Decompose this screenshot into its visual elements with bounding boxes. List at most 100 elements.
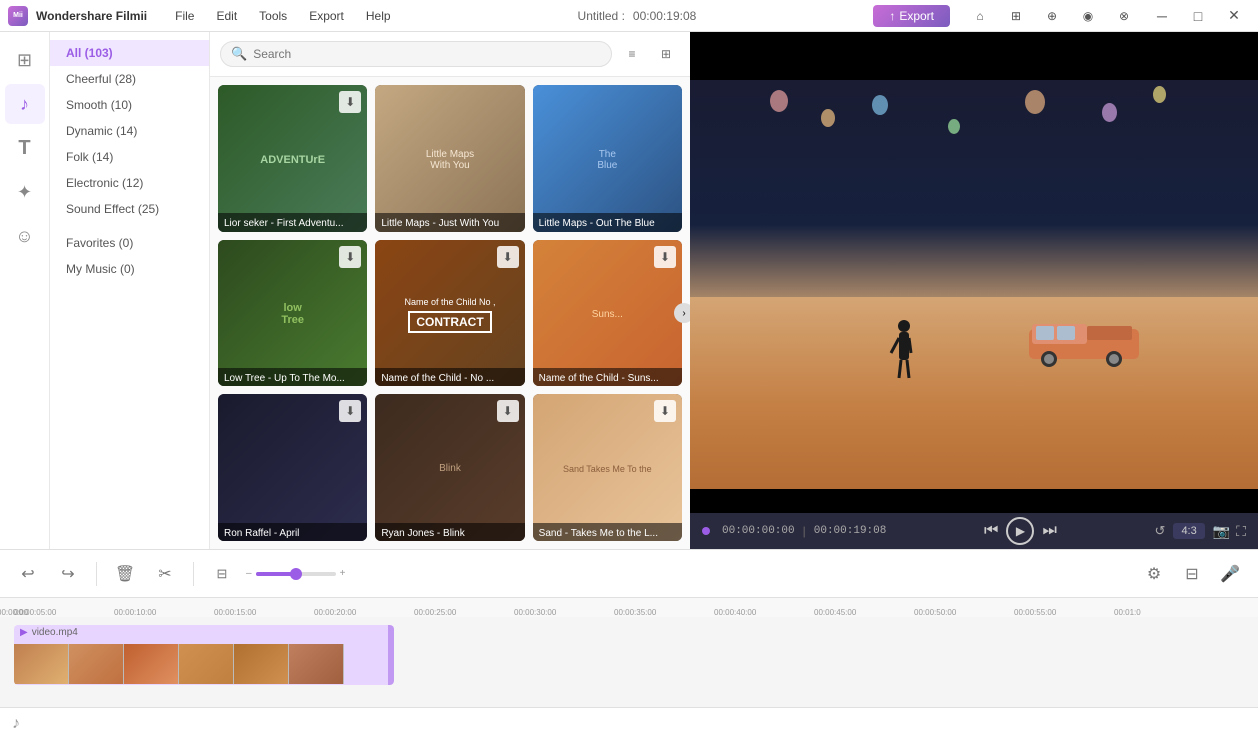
video-frame [690, 32, 1258, 513]
timeline-tracks: ▶ video.mp4 [0, 617, 1258, 707]
scroll-right-button[interactable]: › [674, 303, 690, 323]
timeline-ruler: 00:00:00:00 00:00:05:00 00:00:10:00 00:0… [0, 597, 1258, 617]
menu-edit[interactable]: Edit [206, 7, 247, 25]
sidebar-item-effects[interactable]: ✦ [5, 172, 45, 212]
grid-view-button[interactable]: ⊞ [652, 40, 680, 68]
cart-icon-btn[interactable]: ⊕ [1038, 2, 1066, 30]
skip-forward-button[interactable]: ⏭ [1042, 522, 1056, 540]
search-box[interactable]: 🔍 [220, 41, 612, 67]
microphone-button[interactable]: 🎤 [1214, 558, 1246, 590]
download-button[interactable]: ⬇ [339, 400, 361, 422]
download-button[interactable]: ⬇ [497, 400, 519, 422]
music-library: 🔍 ≡ ⊞ ADVENTUrE ⬇ Lior seker - First Adv… [210, 32, 690, 549]
preview-panel: 00:00:00:00 | 00:00:19:08 ⏮ ▶ ⏭ ↺ 4:3 📷 … [690, 32, 1258, 549]
track-thumb-1 [14, 644, 69, 684]
category-smooth[interactable]: Smooth (10) [50, 92, 209, 118]
category-my-music[interactable]: My Music (0) [50, 256, 209, 282]
delete-button[interactable]: 🗑 [109, 558, 141, 590]
maximize-button[interactable]: □ [1182, 0, 1214, 32]
track-name: video.mp4 [32, 627, 78, 638]
menu-bar: File Edit Tools Export Help [165, 7, 400, 25]
search-bar: 🔍 ≡ ⊞ [210, 32, 690, 77]
balloon-4 [948, 119, 960, 134]
ruler-tick-6: 00:00:30:00 [514, 608, 614, 617]
track-thumb-5 [234, 644, 289, 684]
gift-icon-btn[interactable]: ⊗ [1110, 2, 1138, 30]
download-button[interactable]: ⬇ [339, 91, 361, 113]
search-input[interactable] [253, 47, 601, 61]
ruler-tick-7: 00:00:35:00 [614, 608, 714, 617]
download-button[interactable]: ⬇ [497, 246, 519, 268]
list-item[interactable]: Little MapsWith You Little Maps - Just W… [375, 85, 524, 232]
project-title: Untitled : [578, 9, 625, 23]
timecode: 00:00:19:08 [633, 9, 696, 23]
category-cheerful[interactable]: Cheerful (28) [50, 66, 209, 92]
aspect-ratio-button[interactable]: 4:3 [1173, 523, 1204, 539]
sidebar-item-text[interactable]: T [5, 128, 45, 168]
sidebar-item-sticker[interactable]: ☺ [5, 216, 45, 256]
ruler-tick-11: 00:00:55:00 [1014, 608, 1114, 617]
video-track[interactable]: ▶ video.mp4 [14, 625, 394, 685]
preview-right-buttons: 📷 ⛶ [1213, 523, 1246, 540]
menu-export[interactable]: Export [299, 7, 354, 25]
export-button[interactable]: ↑ Export [873, 5, 950, 27]
list-item[interactable]: Blink ⬇ Ryan Jones - Blink [375, 394, 524, 541]
ruler-tick-0: 00:00:00:00 [0, 608, 14, 617]
list-item[interactable]: Name of the Child No , CONTRACT ⬇ Name o… [375, 240, 524, 387]
list-item[interactable]: ⬇ Ron Raffel - April [218, 394, 367, 541]
list-item[interactable]: Sand Takes Me To the ⬇ Sand - Takes Me t… [533, 394, 682, 541]
sidebar-item-music[interactable]: ♪ [5, 84, 45, 124]
current-time: 00:00:00:00 [722, 525, 795, 537]
user-icon-btn[interactable]: ◉ [1074, 2, 1102, 30]
list-item[interactable]: Suns... ⬇ Name of the Child - Suns... [533, 240, 682, 387]
list-item[interactable]: TheBlue Little Maps - Out The Blue [533, 85, 682, 232]
list-item[interactable]: lowTree ⬇ Low Tree - Up To The Mo... [218, 240, 367, 387]
category-dynamic[interactable]: Dynamic (14) [50, 118, 209, 144]
minimize-button[interactable]: ─ [1146, 0, 1178, 32]
download-button[interactable]: ⬇ [654, 246, 676, 268]
menu-tools[interactable]: Tools [249, 7, 297, 25]
balloon-3 [872, 95, 888, 115]
split-button[interactable]: ⊟ [206, 558, 238, 590]
zoom-track[interactable] [256, 572, 336, 576]
track-resize-handle[interactable] [388, 625, 394, 685]
music-note-icon[interactable]: ♪ [12, 715, 20, 733]
fullscreen-button[interactable]: ⛶ [1236, 523, 1246, 540]
cut-button[interactable]: ✂ [149, 558, 181, 590]
bookmark-icon-btn[interactable]: ⊞ [1002, 2, 1030, 30]
track-thumb-4 [179, 644, 234, 684]
track-thumbnails [14, 644, 344, 684]
home-icon-btn[interactable]: ⌂ [966, 2, 994, 30]
ruler-tick-5: 00:00:25:00 [414, 608, 514, 617]
redo-button[interactable]: ↪ [52, 558, 84, 590]
balloon-7 [1153, 86, 1166, 103]
menu-file[interactable]: File [165, 7, 204, 25]
titlebar-icon-group: ⌂ ⊞ ⊕ ◉ ⊗ [966, 2, 1138, 30]
adjustments-button[interactable]: ⊟ [1176, 558, 1208, 590]
filter-button[interactable]: ≡ [618, 40, 646, 68]
loop-button[interactable]: ↺ [1155, 523, 1166, 539]
settings-button[interactable]: ⚙ [1138, 558, 1170, 590]
preview-video [690, 32, 1258, 513]
category-sound-effect[interactable]: Sound Effect (25) [50, 196, 209, 222]
play-button[interactable]: ▶ [1006, 517, 1034, 545]
category-favorites[interactable]: Favorites (0) [50, 230, 209, 256]
sidebar-item-media[interactable]: ⊞ [5, 40, 45, 80]
close-button[interactable]: ✕ [1218, 0, 1250, 32]
zoom-fill [256, 572, 292, 576]
skip-back-button[interactable]: ⏮ [984, 522, 998, 540]
download-button[interactable]: ⬇ [339, 246, 361, 268]
timeline-right-controls: ⚙ ⊟ 🎤 [1138, 558, 1246, 590]
download-button[interactable]: ⬇ [654, 400, 676, 422]
ruler-tick-10: 00:00:50:00 [914, 608, 1014, 617]
category-folk[interactable]: Folk (14) [50, 144, 209, 170]
snapshot-button[interactable]: 📷 [1213, 523, 1230, 540]
card-title: Name of the Child - No ... [375, 368, 524, 386]
category-all[interactable]: All (103) [50, 40, 209, 66]
list-item[interactable]: ADVENTUrE ⬇ Lior seker - First Adventu..… [218, 85, 367, 232]
card-overlay-text: Sand Takes Me To the [559, 460, 656, 478]
category-electronic[interactable]: Electronic (12) [50, 170, 209, 196]
zoom-thumb[interactable] [290, 568, 302, 580]
undo-button[interactable]: ↩ [12, 558, 44, 590]
menu-help[interactable]: Help [356, 7, 401, 25]
